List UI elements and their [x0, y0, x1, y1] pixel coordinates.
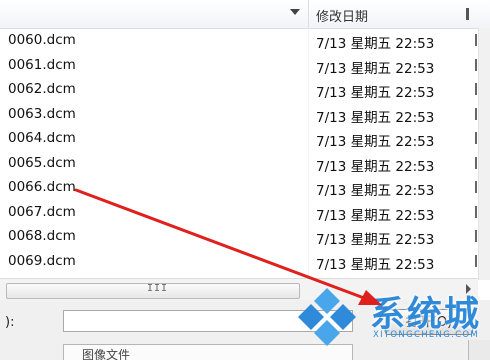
- file-name: 0062.dcm: [8, 81, 76, 97]
- scroll-grip-icon: III: [147, 283, 169, 294]
- file-row[interactable]: 0066.dcm 7/13 星期五 22:53: [0, 175, 477, 200]
- file-name: 0067.dcm: [8, 203, 76, 220]
- file-modified-date: 7/13 星期五 22:53: [316, 36, 435, 52]
- file-list: 0060.dcm 7/13 星期五 22:53 0061.dcm 7/13 星期…: [0, 28, 477, 276]
- side-button-edge[interactable]: [468, 340, 490, 360]
- file-name: 0061.dcm: [8, 56, 76, 73]
- file-name: 0066.dcm: [8, 179, 76, 195]
- file-name: 0065.dcm: [8, 154, 76, 171]
- file-name: 0068.dcm: [8, 228, 76, 244]
- file-modified-date: 7/13 星期五 22:53: [316, 134, 435, 150]
- vertical-scrollbar[interactable]: [478, 28, 490, 280]
- file-modified-date: 7/13 星期五 22:53: [316, 232, 435, 248]
- file-row[interactable]: 0068.dcm 7/13 星期五 22:53: [0, 224, 477, 249]
- file-row[interactable]: 0063.dcm 7/13 星期五 22:53: [0, 102, 477, 127]
- file-name: 0063.dcm: [8, 105, 76, 122]
- watermark-logo-icon: [298, 288, 356, 346]
- file-row[interactable]: 0060.dcm 7/13 星期五 22:53: [0, 28, 477, 53]
- sort-dropdown-icon[interactable]: [290, 9, 300, 15]
- row-edge-marker: [475, 254, 477, 267]
- file-row[interactable]: 0062.dcm 7/13 星期五 22:53: [0, 77, 477, 102]
- file-modified-date: 7/13 星期五 22:53: [316, 85, 435, 101]
- row-edge-marker: [475, 132, 477, 144]
- file-modified-date: 7/13 星期五 22:53: [316, 183, 435, 199]
- watermark-subtitle: XITONGCHENG.COM: [373, 330, 479, 340]
- row-edge-marker: [475, 34, 477, 46]
- file-row[interactable]: 0067.dcm 7/13 星期五 22:53: [0, 200, 477, 225]
- file-name: 0069.dcm: [8, 252, 76, 269]
- file-modified-date: 7/13 星期五 22:53: [316, 158, 435, 175]
- file-modified-date: 7/13 星期五 22:53: [316, 207, 435, 224]
- file-row[interactable]: 0069.dcm 7/13 星期五 22:53: [0, 249, 477, 274]
- column-header-edge: [466, 8, 469, 20]
- file-type-text: 图像文件: [82, 348, 131, 360]
- file-row[interactable]: 0065.dcm 7/13 星期五 22:53: [0, 151, 477, 176]
- horizontal-scroll-thumb[interactable]: III: [6, 283, 300, 299]
- file-row[interactable]: 0064.dcm 7/13 星期五 22:53: [0, 126, 477, 151]
- file-modified-date: 7/13 星期五 22:53: [316, 60, 435, 77]
- row-edge-marker: [475, 230, 477, 242]
- row-edge-marker: [475, 83, 477, 95]
- row-edge-marker: [475, 58, 477, 71]
- file-name: 0060.dcm: [8, 32, 76, 48]
- row-edge-marker: [475, 205, 477, 218]
- file-row[interactable]: 0061.dcm 7/13 星期五 22:53: [0, 53, 477, 78]
- column-header: 修改日期: [0, 0, 490, 29]
- file-name: 0064.dcm: [8, 130, 76, 146]
- column-divider[interactable]: [308, 0, 309, 28]
- row-edge-marker: [475, 107, 477, 120]
- row-edge-marker: [475, 156, 477, 169]
- file-open-dialog: 修改日期 0060.dcm 7/13 星期五 22:53 0061.dcm 7/…: [0, 0, 490, 360]
- file-modified-date: 7/13 星期五 22:53: [316, 256, 435, 273]
- filename-label: ):: [5, 315, 15, 330]
- date-modified-column-header[interactable]: 修改日期: [316, 6, 368, 25]
- file-modified-date: 7/13 星期五 22:53: [316, 109, 435, 126]
- row-edge-marker: [475, 181, 477, 193]
